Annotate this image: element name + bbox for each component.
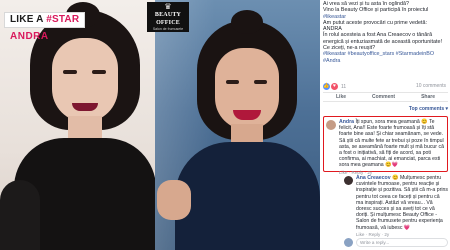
like-a-star-badge: LIKE A #STAR — [4, 12, 86, 28]
post-hashtag-link[interactable]: #Andra — [323, 58, 448, 64]
thumbs-up-icon: 👍 — [323, 83, 330, 90]
badge-prefix: LIKE A — [10, 14, 47, 25]
sleeve-shape — [0, 180, 40, 250]
reactions-bar: 👍 ♥ 11 10 comments — [323, 83, 448, 91]
badge-hashtag: #STAR — [46, 14, 80, 25]
beauty-office-logo: ♛ BEAUTY OFFICE Salon de frumusete — [147, 2, 189, 32]
post-hashtag-link[interactable]: #likeastar #beautyoffice_stars #Starmade… — [323, 51, 448, 57]
post-line: În rolul acesteia a fost Ana Creaecov o … — [323, 32, 433, 39]
like-button[interactable]: Like — [336, 94, 346, 100]
reply-box: Write a reply... — [344, 238, 448, 247]
facebook-post-panel: Ai vrea să vezi și tu asta în oglindă? V… — [320, 0, 450, 250]
left-portrait-photo: LIKE A #STAR ANDRA — [0, 0, 155, 250]
avatar — [344, 238, 353, 247]
logo-brand: BEAUTY OFFICE — [154, 12, 182, 26]
avatar[interactable] — [344, 176, 353, 185]
left-eye-shape — [63, 70, 77, 74]
hair-bun-shape — [231, 10, 263, 34]
reaction-count: 11 — [341, 83, 347, 90]
right-eye-shape — [92, 70, 106, 74]
comment-author[interactable]: Andra — [339, 119, 354, 125]
reaction-summary[interactable]: 👍 ♥ 11 — [323, 83, 346, 90]
post-actions: Like Comment Share — [323, 92, 448, 102]
jacket-shape — [175, 142, 320, 250]
screenshot-collage: LIKE A #STAR ANDRA ♛ BEAUTY OFFICE Salon… — [0, 0, 450, 250]
comment-button[interactable]: Comment — [372, 94, 395, 100]
comment-text: Îți spun, sora mea geamană 😊 Te felicit,… — [339, 119, 444, 169]
share-button[interactable]: Share — [421, 94, 435, 100]
right-eye-shape — [254, 80, 267, 84]
post-text: Ai vrea să vezi și tu asta în oglindă? V… — [323, 1, 448, 64]
comments-count[interactable]: 10 comments — [416, 83, 446, 89]
highlighted-comment: Andra Îți spun, sora mea geamană 😊 Te fe… — [323, 116, 448, 175]
celebrity-name: ANDRA — [10, 31, 49, 42]
comment-author[interactable]: Ana Creaecov — [356, 175, 391, 181]
avatar[interactable] — [326, 120, 336, 130]
comment-text: 😊 Mulțumesc pentru cuvintele frumoase, p… — [356, 175, 448, 231]
comment-sort-row: Top comments ▾ — [323, 104, 448, 114]
comment-body: Ana Creaecov 😊 Mulțumesc pentru cuvintel… — [356, 175, 448, 231]
reply-comment: Ana Creaecov 😊 Mulțumesc pentru cuvintel… — [344, 175, 448, 237]
middle-portrait-photo — [155, 0, 320, 250]
lips-shape — [72, 103, 98, 111]
top-comments-dropdown[interactable]: Top comments ▾ — [409, 106, 448, 112]
logo-tagline: Salon de frumusete — [152, 27, 184, 31]
hand-shape — [157, 180, 191, 220]
reply-input[interactable]: Write a reply... — [356, 238, 448, 247]
comment-meta[interactable]: Like · Reply · 2y — [356, 232, 448, 237]
heart-icon: ♥ — [331, 83, 338, 90]
comment-body: Andra Îți spun, sora mea geamană 😊 Te fe… — [339, 119, 445, 169]
comment-meta[interactable]: Like · Reply · 2y — [339, 170, 445, 175]
crown-icon: ♛ — [164, 2, 172, 11]
left-eye-shape — [226, 80, 239, 84]
